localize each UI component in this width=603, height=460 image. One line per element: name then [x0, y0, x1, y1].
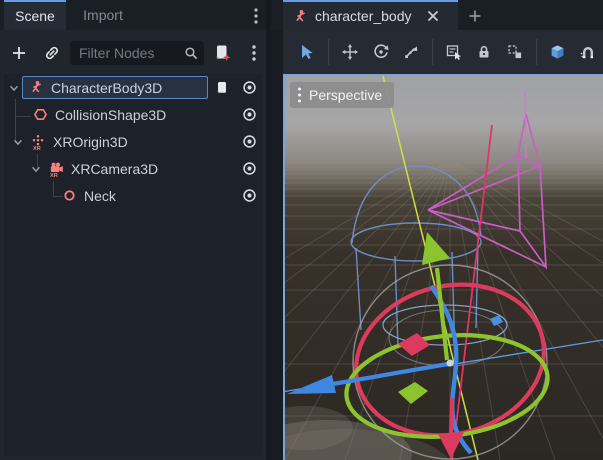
rotate-mode-button[interactable]	[368, 39, 392, 65]
node-label: Neck	[84, 188, 116, 204]
scene-dock: Scene Import	[0, 0, 266, 460]
select-mode-button[interactable]	[295, 39, 319, 65]
group-selected-button[interactable]	[502, 39, 526, 65]
gizmo-center	[447, 360, 454, 367]
viewport-3d[interactable]: Perspective	[283, 74, 603, 460]
godot-editor: Scene Import	[0, 0, 603, 460]
collision-shape-3d-icon	[33, 107, 48, 122]
list-select-icon	[445, 43, 463, 61]
perspective-menu[interactable]: Perspective	[290, 82, 394, 108]
view-menu-dots-icon	[297, 86, 302, 104]
scale-icon	[402, 43, 420, 61]
use-local-space-button[interactable]	[546, 39, 570, 65]
chevron-down-icon[interactable]	[8, 82, 20, 94]
xr-camera-3d-icon: XR	[48, 161, 64, 177]
toolbar-separator	[328, 39, 329, 65]
local-space-cube-icon	[548, 43, 567, 62]
search-icon	[183, 45, 199, 66]
lock-selected-button[interactable]	[472, 39, 496, 65]
visibility-eye-icon[interactable]	[241, 160, 258, 177]
xr-origin-3d-icon: XR	[30, 134, 46, 150]
lock-icon	[475, 43, 493, 61]
scene-tab-label: character_body	[315, 8, 412, 24]
scene-tab-character-body[interactable]: character_body	[283, 0, 458, 30]
dock-tab-bar: Scene Import	[0, 0, 266, 30]
horizon-fog	[285, 164, 603, 198]
svg-text:XR: XR	[50, 173, 58, 177]
character-body-3d-icon	[293, 9, 308, 24]
use-snap-button[interactable]	[576, 39, 600, 65]
spatial-toolbar	[283, 30, 603, 74]
tab-scene[interactable]: Scene	[4, 0, 66, 30]
attach-script-button[interactable]	[211, 42, 233, 64]
toolbar-separator	[432, 39, 433, 65]
new-scene-tab-button[interactable]	[465, 6, 485, 26]
scene-tree-options-icon[interactable]	[243, 42, 265, 64]
script-icon[interactable]	[214, 80, 230, 96]
filter-nodes-field	[70, 41, 204, 65]
move-mode-button[interactable]	[338, 39, 362, 65]
tree-row-xrcamera3d[interactable]: XR XRCamera3D	[4, 155, 262, 182]
projection-label: Perspective	[309, 87, 382, 103]
toolbar-separator	[536, 39, 537, 65]
tab-import-label: Import	[83, 7, 123, 23]
main-viewport-panel: character_body	[271, 0, 603, 460]
visibility-eye-icon[interactable]	[241, 106, 258, 123]
visibility-eye-icon[interactable]	[241, 187, 258, 204]
node-label: XROrigin3D	[53, 134, 128, 150]
tab-scene-label: Scene	[15, 8, 55, 24]
dock-menu-icon[interactable]	[248, 6, 264, 26]
chevron-down-icon[interactable]	[30, 163, 42, 175]
add-node-button[interactable]	[8, 42, 30, 64]
scene-tree: CharacterBody3D CollisionShape3	[4, 74, 262, 456]
select-arrow-icon	[298, 43, 316, 61]
tree-row-xrorigin3d[interactable]: XR XROrigin3D	[4, 128, 262, 155]
node-label: CollisionShape3D	[55, 107, 166, 123]
scale-mode-button[interactable]	[399, 39, 423, 65]
scene-tree-toolbar	[0, 30, 266, 72]
svg-text:XR: XR	[33, 146, 41, 150]
node-label: XRCamera3D	[71, 161, 158, 177]
viewport-scene	[285, 76, 603, 460]
chevron-down-icon[interactable]	[12, 136, 24, 148]
instance-scene-button[interactable]	[41, 42, 63, 64]
close-tab-icon[interactable]	[426, 9, 440, 23]
marker-3d-icon	[62, 188, 77, 203]
move-icon	[341, 43, 359, 61]
tab-import[interactable]: Import	[70, 0, 136, 30]
list-select-button[interactable]	[442, 39, 466, 65]
scene-tab-bar: character_body	[271, 0, 603, 30]
tree-row-collisionshape3d[interactable]: CollisionShape3D	[4, 101, 262, 128]
group-icon	[506, 43, 524, 61]
link-icon	[43, 44, 61, 62]
tree-row-neck[interactable]: Neck	[4, 182, 262, 209]
script-new-icon	[212, 43, 232, 63]
selected-node-box: CharacterBody3D	[22, 76, 208, 99]
node-label: CharacterBody3D	[51, 80, 162, 96]
rotate-icon	[372, 43, 390, 61]
tree-row-characterbody3d[interactable]: CharacterBody3D	[4, 74, 262, 101]
character-body-3d-icon	[29, 80, 44, 95]
visibility-eye-icon[interactable]	[241, 133, 258, 150]
visibility-eye-icon[interactable]	[241, 79, 258, 96]
filter-nodes-input[interactable]	[70, 41, 187, 65]
snap-magnet-icon	[579, 43, 597, 61]
move-arrow-x-shaft	[451, 398, 452, 436]
